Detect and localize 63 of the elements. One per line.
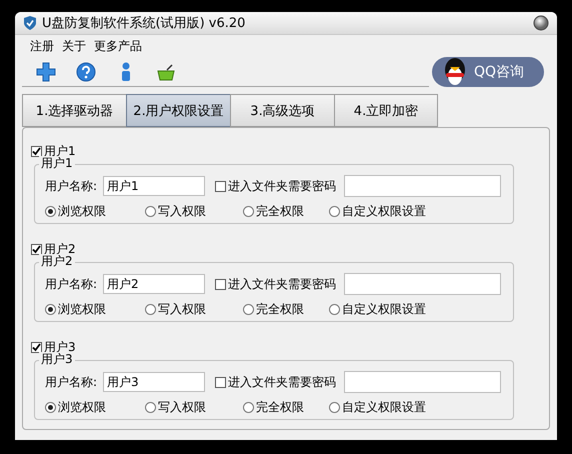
radio-label: 完全权限 xyxy=(256,398,304,416)
close-button[interactable] xyxy=(533,15,549,31)
radio-button[interactable] xyxy=(145,304,156,314)
radio-label: 写入权限 xyxy=(158,300,206,318)
radio-button[interactable] xyxy=(45,402,56,412)
field-label: 用户名称: xyxy=(45,276,98,292)
radio-label: 自定义权限设置 xyxy=(342,202,426,220)
radio-button[interactable] xyxy=(329,402,340,412)
radio-button[interactable] xyxy=(243,304,254,314)
shield-icon xyxy=(24,16,36,30)
radio-label: 浏览权限 xyxy=(58,300,106,318)
window-title: U盘防复制软件系统(试用版) v6.20 xyxy=(42,15,246,32)
radio-label: 自定义权限设置 xyxy=(342,300,426,318)
menu-item[interactable]: 更多产品 xyxy=(94,38,142,54)
name-field[interactable]: 用户3 xyxy=(103,372,206,392)
group-title: 用户3 xyxy=(39,352,75,366)
plus-icon[interactable] xyxy=(36,62,56,82)
checkbox-label: 用户3 xyxy=(44,338,76,354)
radio-button[interactable] xyxy=(45,206,56,216)
help-icon[interactable] xyxy=(76,62,96,82)
tab[interactable]: 2.用户权限设置 xyxy=(126,94,230,127)
radio-button[interactable] xyxy=(145,402,156,412)
checkbox-label: 进入文件夹需要密码 xyxy=(228,178,336,194)
radio-label: 完全权限 xyxy=(256,202,304,220)
radio-label: 写入权限 xyxy=(158,202,206,220)
checkbox-label: 进入文件夹需要密码 xyxy=(228,276,336,292)
menu-item[interactable]: 关于 xyxy=(62,38,86,54)
group-title: 用户2 xyxy=(39,254,75,268)
checkbox[interactable] xyxy=(215,376,226,388)
radio-button[interactable] xyxy=(243,402,254,412)
checkbox[interactable] xyxy=(31,146,42,156)
radio-label: 完全权限 xyxy=(256,300,304,318)
checkbox-label: 用户1 xyxy=(44,142,76,158)
field-label: 用户名称: xyxy=(45,178,98,194)
radio-button[interactable] xyxy=(145,206,156,216)
radio-label: 写入权限 xyxy=(158,398,206,416)
radio-label: 浏览权限 xyxy=(58,398,106,416)
checkbox-label: 进入文件夹需要密码 xyxy=(228,374,336,390)
checkbox[interactable] xyxy=(215,180,226,192)
password-field[interactable] xyxy=(344,175,502,197)
basket-icon[interactable] xyxy=(156,62,176,82)
radio-button[interactable] xyxy=(45,304,56,314)
radio-button[interactable] xyxy=(243,206,254,216)
tab[interactable]: 1.选择驱动器 xyxy=(22,94,126,127)
field-label: 用户名称: xyxy=(45,374,98,390)
checkbox-label: 用户2 xyxy=(44,240,76,256)
radio-button[interactable] xyxy=(329,206,340,216)
checkbox[interactable] xyxy=(31,244,42,254)
name-field[interactable]: 用户2 xyxy=(103,274,206,294)
checkbox[interactable] xyxy=(215,278,226,290)
tab[interactable]: 4.立即加密 xyxy=(334,94,438,127)
menu-item[interactable]: 注册 xyxy=(30,38,54,54)
password-field[interactable] xyxy=(344,273,502,295)
group-title: 用户1 xyxy=(39,156,75,170)
radio-label: 自定义权限设置 xyxy=(342,398,426,416)
name-field[interactable]: 用户1 xyxy=(103,176,206,196)
radio-label: 浏览权限 xyxy=(58,202,106,220)
radio-button[interactable] xyxy=(329,304,340,314)
tab[interactable]: 3.高级选项 xyxy=(230,94,334,127)
bird-icon xyxy=(442,57,468,87)
qq-button[interactable]: QQ咨询 xyxy=(432,57,544,87)
password-field[interactable] xyxy=(344,371,502,393)
checkbox[interactable] xyxy=(31,342,42,352)
